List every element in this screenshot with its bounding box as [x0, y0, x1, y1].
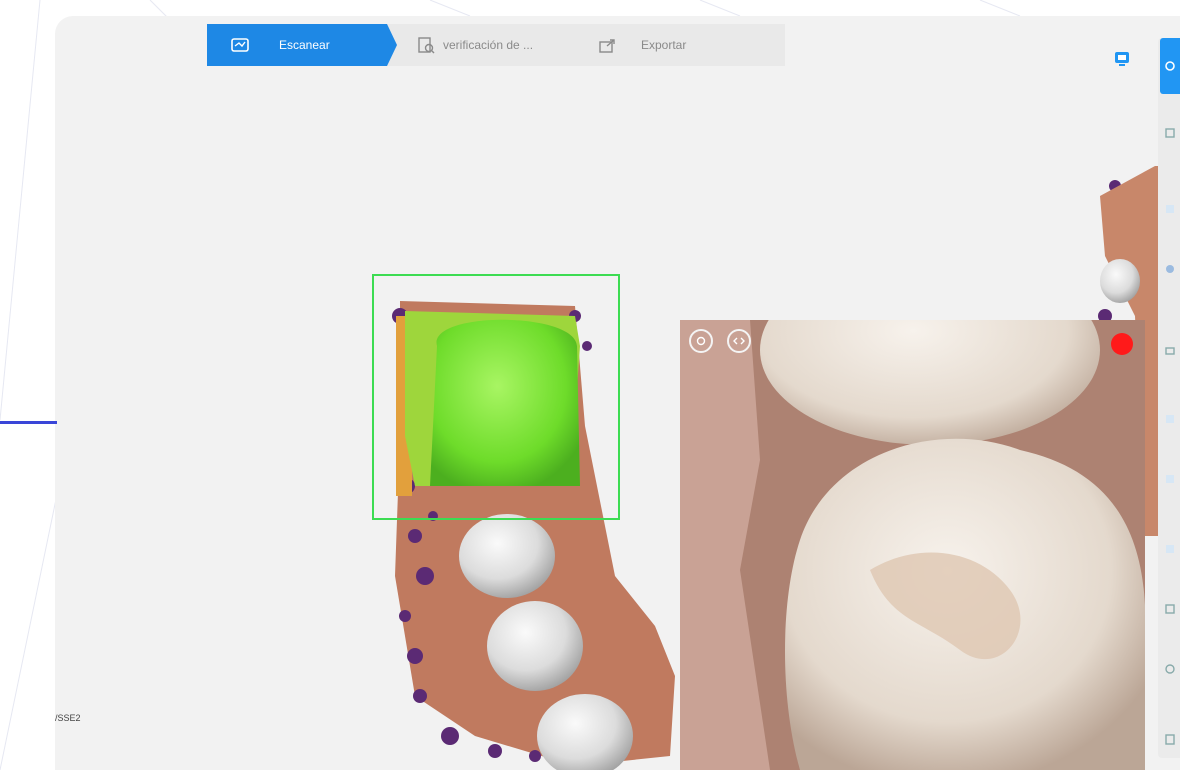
side-indicator: [0, 421, 57, 424]
tooth-1: [459, 514, 555, 598]
document-icon[interactable]: [1160, 728, 1180, 750]
step-verify[interactable]: verificación de ...: [397, 24, 587, 66]
scan-icon: [229, 35, 251, 55]
camera-preview[interactable]: [680, 320, 1145, 770]
app-window: Escanear verificación de ... Exportar /S…: [55, 16, 1180, 770]
copy-icon[interactable]: [1160, 598, 1180, 620]
view-toggle-icon[interactable]: [1113, 50, 1133, 68]
export-icon: [597, 35, 619, 55]
tool-icon[interactable]: [1160, 468, 1180, 490]
tool-icon[interactable]: [1160, 198, 1180, 220]
scan-frame: [372, 274, 620, 520]
verify-icon: [415, 35, 437, 55]
lock-icon[interactable]: [1160, 338, 1180, 360]
step-verify-label: verificación de ...: [443, 38, 534, 52]
step-export[interactable]: Exportar: [587, 24, 767, 66]
tool-icon[interactable]: [1160, 408, 1180, 430]
workflow-bar: Escanear verificación de ... Exportar: [207, 24, 785, 66]
step-scan[interactable]: Escanear: [207, 24, 397, 66]
tooth-id-label: /SSE2: [55, 713, 81, 723]
step-scan-label: Escanear: [279, 38, 330, 52]
tooth-partial-right: [1100, 259, 1140, 303]
step-export-label: Exportar: [641, 38, 687, 52]
right-toolbar: [1158, 38, 1180, 758]
record-indicator: [1111, 333, 1133, 355]
tooth-2: [487, 601, 583, 691]
tool-icon[interactable]: [1160, 538, 1180, 560]
brush-icon[interactable]: [1160, 258, 1180, 280]
preview-settings-icon[interactable]: [689, 329, 713, 353]
scan-mode-icon[interactable]: [1160, 122, 1180, 144]
view-icon[interactable]: [1160, 38, 1180, 94]
preview-swap-icon[interactable]: [727, 329, 751, 353]
search-icon[interactable]: [1160, 658, 1180, 680]
camera-image: [680, 320, 1145, 770]
